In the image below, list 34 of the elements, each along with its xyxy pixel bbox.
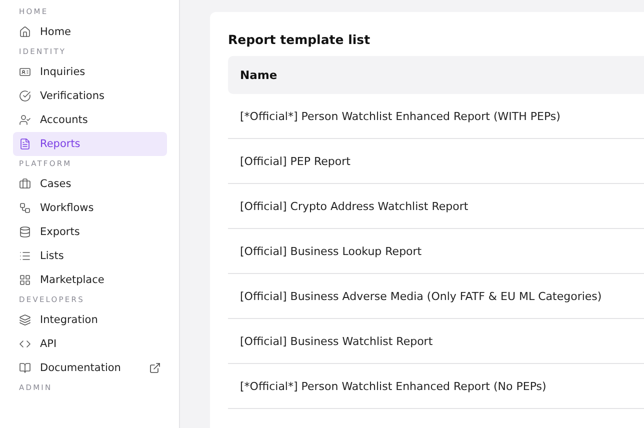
card-title: Report template list: [228, 32, 372, 47]
table-row[interactable]: [*Official*] Person Watchlist Enhanced Report (WITH PEPs): [228, 94, 644, 139]
house-icon: [19, 26, 31, 38]
nav-item[interactable]: Exports: [13, 220, 167, 244]
nav-item[interactable]: Cases: [13, 172, 167, 196]
book-icon: [19, 362, 31, 374]
code-icon: [19, 338, 31, 350]
table-row[interactable]: [Official] Business Adverse Media (Only FATF & EU ML Categories): [228, 274, 644, 319]
layers-icon: [19, 314, 31, 326]
nav-item[interactable]: Workflows: [13, 196, 167, 220]
nav-item[interactable]: Integration: [13, 308, 167, 332]
nav-item[interactable]: Home: [13, 20, 167, 44]
grid-icon: [19, 274, 31, 286]
table-row[interactable]: [*Official*] Person Watchlist Enhanced Report (No PEPs): [228, 364, 644, 409]
id-card-icon: [19, 66, 31, 78]
nav-item[interactable]: API: [13, 332, 167, 356]
table-row[interactable]: [Official] Crypto Address Watchlist Report: [228, 184, 644, 229]
table-row[interactable]: [Official] Business Watchlist Report: [228, 319, 644, 364]
column-header: Name: [228, 56, 644, 94]
nav-item[interactable]: Lists: [13, 244, 167, 268]
nav-item[interactable]: Marketplace: [13, 268, 167, 292]
table-row[interactable]: [Official] PEP Report: [228, 139, 644, 184]
nav-item[interactable]: Inquiries: [13, 60, 167, 84]
document-icon: [19, 138, 31, 150]
table-row[interactable]: [Official] Business Lookup Report: [228, 229, 644, 274]
briefcase-icon: [19, 178, 31, 190]
nav-item[interactable]: Documentation: [13, 356, 167, 380]
database-icon: [19, 226, 31, 238]
workflow-icon: [19, 202, 31, 214]
user-check-icon: [19, 114, 31, 126]
nav-item[interactable]: Verifications: [13, 84, 167, 108]
nav-item[interactable]: Accounts: [13, 108, 167, 132]
nav-item[interactable]: Reports: [13, 132, 167, 156]
check-circle-icon: [19, 90, 31, 102]
